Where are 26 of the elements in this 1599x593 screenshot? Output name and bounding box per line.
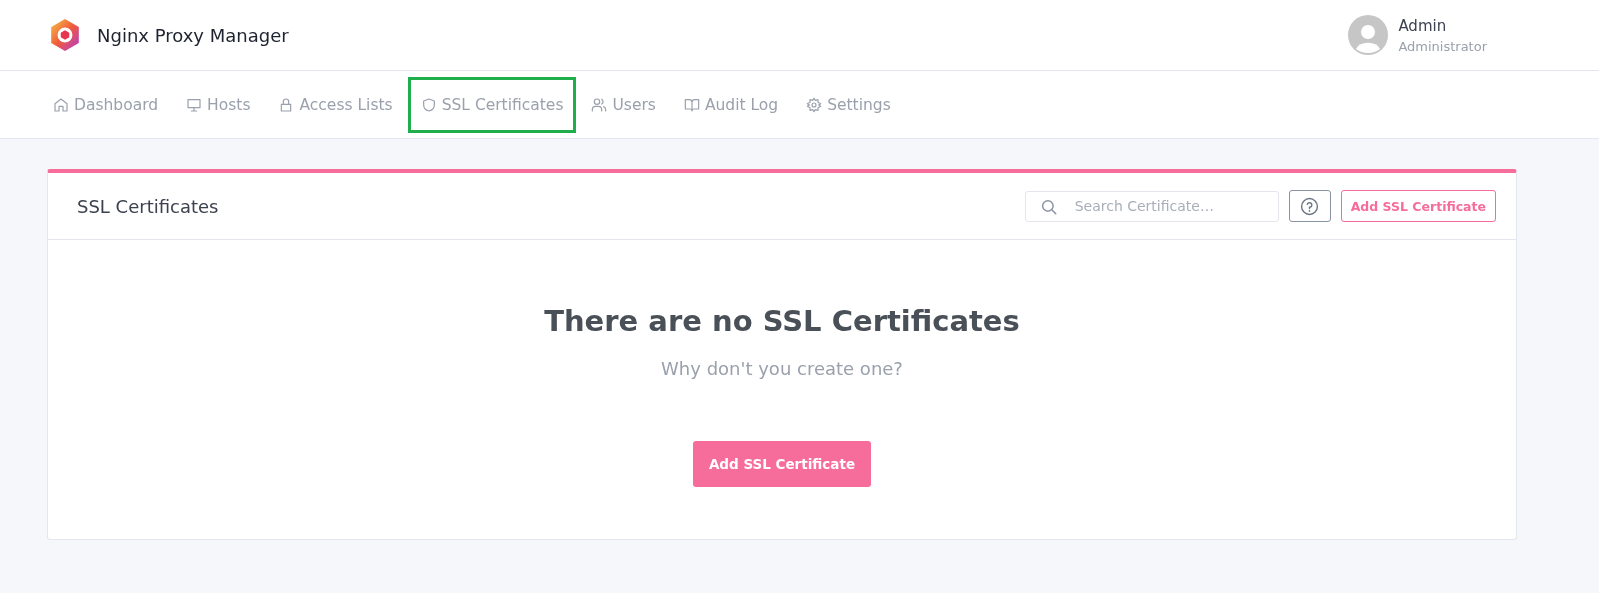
help-icon (1300, 196, 1320, 216)
book-icon (683, 96, 700, 113)
avatar-icon (1348, 15, 1389, 55)
add-certificate-button[interactable]: Add SSL Certificate (1340, 190, 1496, 222)
nav-tab[interactable]: Dashboard (40, 76, 172, 133)
nav-tab[interactable]: Hosts (173, 76, 264, 133)
card-title: SSL Certificates (77, 195, 219, 217)
nav-tab[interactable]: Users (578, 76, 669, 133)
shield-icon (420, 96, 437, 113)
empty-heading: There are no SSL Certificates (544, 304, 1020, 338)
nav-tab[interactable]: Settings (793, 76, 904, 133)
user-role: Administrator (1398, 38, 1487, 54)
app-title: Nginx Proxy Manager (97, 24, 289, 46)
home-icon (53, 96, 69, 113)
nav-tab[interactable]: Audit Log (670, 76, 792, 133)
logo-icon (48, 18, 82, 52)
empty-text: Why don't you create one? (661, 358, 903, 379)
add-certificate-button[interactable]: Add SSL Certificate (692, 441, 872, 487)
user-name: Admin (1398, 16, 1448, 35)
nav-tab[interactable]: SSL Certificates (407, 76, 577, 133)
help-button[interactable] (1288, 190, 1331, 222)
settings-icon (806, 96, 823, 113)
search-field[interactable]: Search Certificate… (1024, 190, 1279, 222)
monitor-icon (186, 96, 203, 113)
nav-tab[interactable]: Access Lists (265, 76, 406, 133)
users-icon (591, 96, 608, 113)
